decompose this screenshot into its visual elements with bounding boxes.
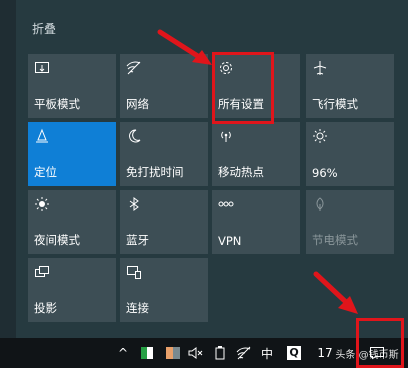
hotspot-icon [218,128,234,144]
tile-vpn[interactable]: VPN [212,190,300,254]
battery-icon[interactable] [212,344,228,362]
tile-label: 连接 [126,301,149,315]
tile-mobile-hotspot[interactable]: 移动热点 [212,122,300,186]
vpn-icon [218,196,234,212]
project-icon [34,264,50,280]
tile-label: 免打扰时间 [126,165,184,179]
tray-app-icon-2[interactable] [164,344,182,362]
tile-label: 96% [312,166,338,180]
network-icon [126,60,142,76]
tile-bluetooth[interactable]: 蓝牙 [120,190,208,254]
taskbar: ^ 中 Q 17 头条 @钱币斯 [0,338,408,368]
tray-app-icon[interactable] [140,344,154,362]
tile-quiet-hours[interactable]: 免打扰时间 [120,122,208,186]
highlight-box-action-center [356,318,404,368]
tile-connect[interactable]: 连接 [120,258,208,322]
wifi-icon[interactable] [236,344,252,362]
red-arrow-action-center-icon [313,271,358,314]
tile-label: 投影 [34,301,57,315]
tile-airplane-mode[interactable]: 飞行模式 [306,54,394,118]
tile-label: 飞行模式 [312,97,358,111]
tile-project[interactable]: 投影 [28,258,116,322]
connect-icon [126,264,142,280]
ime-indicator[interactable]: 中 [258,344,276,362]
tray-q-icon[interactable]: Q [286,344,302,362]
tile-label: 夜间模式 [34,233,80,247]
brightness-icon [312,128,328,144]
tile-brightness[interactable]: 96% [306,122,394,186]
red-arrow-settings-icon [157,29,212,65]
night-light-icon [34,196,50,212]
tile-night-light[interactable]: 夜间模式 [28,190,116,254]
tablet-mode-icon [34,60,50,76]
tile-tablet-mode[interactable]: 平板模式 [28,54,116,118]
tile-label: 网络 [126,97,149,111]
tile-label: VPN [218,234,242,248]
highlight-box-settings [212,52,274,124]
bluetooth-icon [126,196,142,212]
clock-time[interactable]: 17 [316,344,334,362]
tile-label: 蓝牙 [126,233,149,247]
tile-label: 节电模式 [312,233,358,247]
battery-saver-icon [312,196,328,212]
tile-label: 定位 [34,165,57,179]
tile-battery-saver[interactable]: 节电模式 [306,190,394,254]
show-hidden-icons-chevron[interactable]: ^ [116,344,130,362]
tile-location[interactable]: 定位 [28,122,116,186]
moon-icon [126,128,142,144]
tile-label: 移动热点 [218,165,264,179]
tile-label: 平板模式 [34,97,80,111]
airplane-icon [312,60,328,76]
collapse-link[interactable]: 折叠 [32,20,56,37]
location-icon [34,128,50,144]
volume-mute-icon[interactable] [186,344,204,362]
